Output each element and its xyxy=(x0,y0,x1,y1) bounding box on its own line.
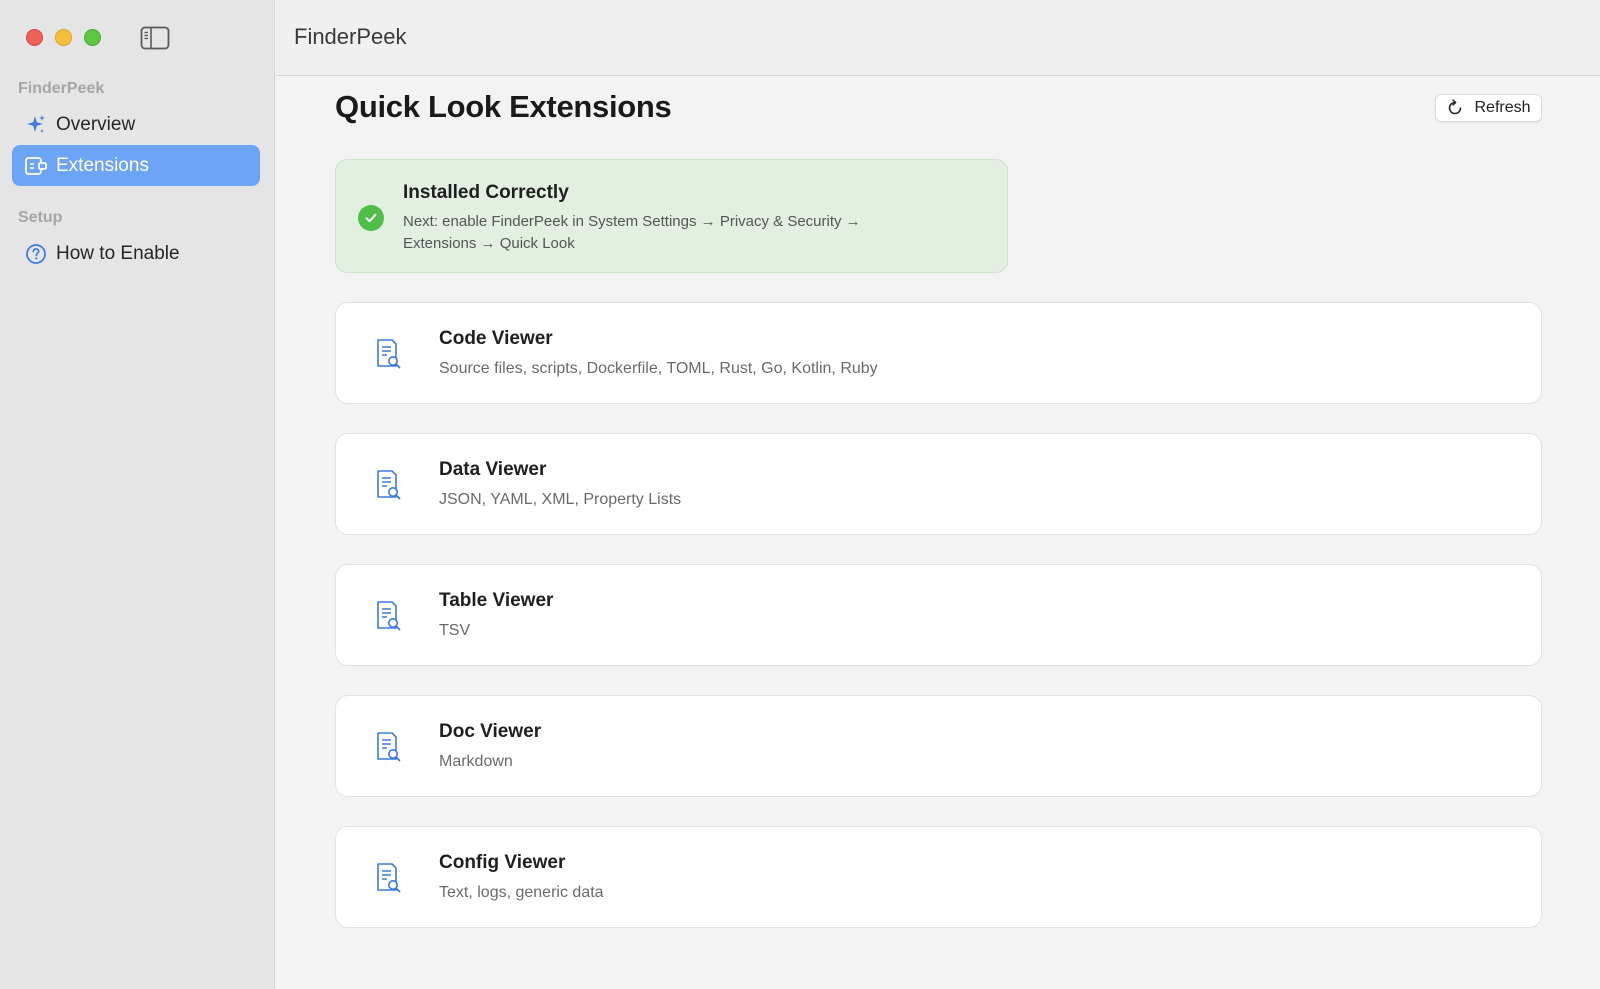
close-window-button[interactable] xyxy=(26,29,43,46)
app-title: FinderPeek xyxy=(294,24,407,49)
document-search-icon xyxy=(374,862,402,894)
extension-description: TSV xyxy=(439,622,471,639)
status-title: Installed Correctly xyxy=(403,182,569,203)
extension-name: Doc Viewer xyxy=(439,721,542,742)
extensions-icon xyxy=(24,154,48,178)
checkmark-icon xyxy=(358,205,384,231)
sidebar-item-extensions[interactable]: Extensions xyxy=(12,145,260,186)
sidebar-section-finderpeek: FinderPeek xyxy=(18,80,105,97)
extension-card[interactable]: Code Viewer Source files, scripts, Docker… xyxy=(335,302,1542,404)
zoom-window-button[interactable] xyxy=(84,29,101,46)
extension-description: Text, logs, generic data xyxy=(439,884,604,901)
sidebar-item-overview[interactable]: Overview xyxy=(12,104,260,145)
toolbar: FinderPeek xyxy=(276,0,1600,76)
question-circle-icon xyxy=(24,242,48,266)
extension-card[interactable]: Config Viewer Text, logs, generic data xyxy=(335,826,1542,928)
extension-card[interactable]: Table Viewer TSV xyxy=(335,564,1542,666)
document-search-icon xyxy=(374,469,402,501)
extension-description: Markdown xyxy=(439,753,513,770)
sidebar-section-setup: Setup xyxy=(18,209,63,226)
extension-card[interactable]: Doc Viewer Markdown xyxy=(335,695,1542,797)
refresh-button-label: Refresh xyxy=(1474,99,1531,116)
sparkles-icon xyxy=(24,113,48,137)
sidebar-toggle-icon[interactable] xyxy=(140,26,170,50)
status-description: Next: enable FinderPeek in System Settin… xyxy=(403,213,861,252)
extension-name: Code Viewer xyxy=(439,328,553,349)
document-search-icon xyxy=(374,731,402,763)
document-search-icon xyxy=(374,600,402,632)
sidebar-item-how-to-enable[interactable]: How to Enable xyxy=(12,233,260,274)
sidebar-item-label: Extensions xyxy=(56,154,149,176)
extension-description: JSON, YAML, XML, Property Lists xyxy=(439,491,682,508)
extension-description: Source files, scripts, Dockerfile, TOML,… xyxy=(439,360,878,377)
sidebar-item-label: How to Enable xyxy=(56,242,180,264)
page-title: Quick Look Extensions xyxy=(335,89,672,124)
refresh-icon xyxy=(1446,99,1464,117)
sidebar: FinderPeek Overview Extensions Setup How… xyxy=(0,0,275,989)
extension-card[interactable]: Data Viewer JSON, YAML, XML, Property Lis… xyxy=(335,433,1542,535)
refresh-button[interactable]: Refresh xyxy=(1435,94,1542,122)
sidebar-item-label: Overview xyxy=(56,113,136,135)
extension-name: Data Viewer xyxy=(439,459,547,480)
extension-name: Table Viewer xyxy=(439,590,554,611)
document-search-icon xyxy=(374,338,402,370)
app-window: FinderPeek Overview Extensions Setup How… xyxy=(0,0,1600,989)
extension-name: Config Viewer xyxy=(439,852,566,873)
status-card: Installed Correctly Next: enable FinderP… xyxy=(335,159,1008,273)
minimize-window-button[interactable] xyxy=(55,29,72,46)
